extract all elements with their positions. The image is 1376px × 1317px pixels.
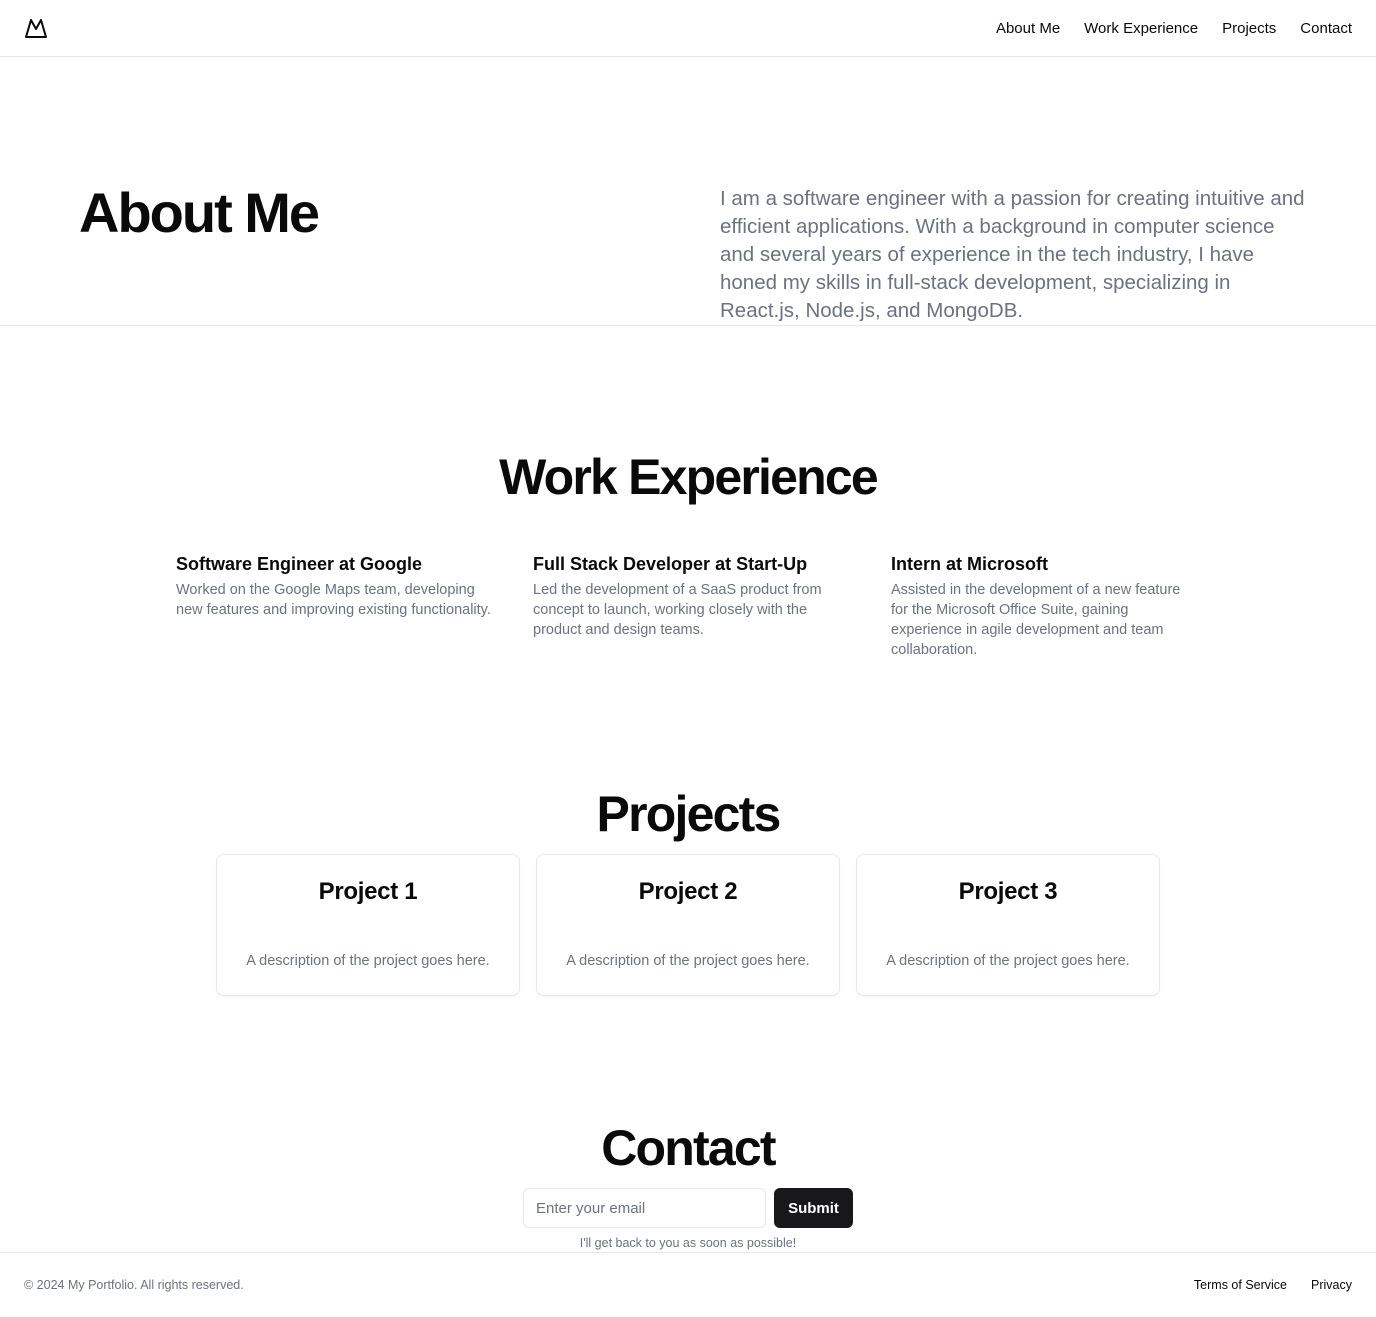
project-title: Project 3 [958,878,1058,905]
job-item: Intern at Microsoft Assisted in the deve… [891,552,1201,660]
project-title: Project 2 [638,878,738,905]
nav-link-projects[interactable]: Projects [1222,20,1276,37]
about-title: About Me [79,181,320,244]
job-description: Worked on the Google Maps team, developi… [176,582,491,618]
footer-link-privacy[interactable]: Privacy [1311,1277,1352,1294]
job-item: Software Engineer at Google Worked on th… [176,552,496,620]
project-description: A description of the project goes here. [886,953,1130,969]
about-text: I am a software engineer with a passion … [720,187,1305,322]
job-title: Intern at Microsoft [891,554,1049,574]
email-input[interactable] [523,1188,766,1228]
contact-title: Contact [601,1120,776,1176]
project-description: A description of the project goes here. [566,953,810,969]
footer-link-terms[interactable]: Terms of Service [1194,1277,1287,1294]
nav-link-work-experience[interactable]: Work Experience [1084,20,1198,37]
submit-button[interactable]: Submit [774,1188,853,1228]
job-item: Full Stack Developer at Start-Up Led the… [533,552,853,640]
nav-link-contact[interactable]: Contact [1300,20,1352,37]
copyright-text: © 2024 My Portfolio. All rights reserved… [24,1278,244,1292]
project-title: Project 1 [318,878,418,905]
job-title: Software Engineer at Google [176,554,423,574]
project-card[interactable]: Project 2 A description of the project g… [536,854,840,996]
contact-note: I'll get back to you as soon as possible… [579,1236,797,1250]
work-experience-title: Work Experience [499,449,879,505]
site-footer: © 2024 My Portfolio. All rights reserved… [0,1252,1376,1317]
nav-link-about-me[interactable]: About Me [996,20,1060,37]
main-nav: About Me Work Experience Projects Contac… [996,0,1352,56]
section-divider [0,325,1376,326]
job-title: Full Stack Developer at Start-Up [533,554,808,574]
project-description: A description of the project goes here. [246,953,490,969]
job-description: Assisted in the development of a new fea… [891,582,1181,658]
mountain-icon[interactable] [24,16,48,40]
project-card[interactable]: Project 3 A description of the project g… [856,854,1160,996]
job-description: Led the development of a SaaS product fr… [533,582,822,638]
projects-title: Projects [596,786,782,842]
project-card[interactable]: Project 1 A description of the project g… [216,854,520,996]
site-header: About Me Work Experience Projects Contac… [0,0,1376,57]
footer-links: Terms of Service Privacy [1194,1277,1352,1294]
